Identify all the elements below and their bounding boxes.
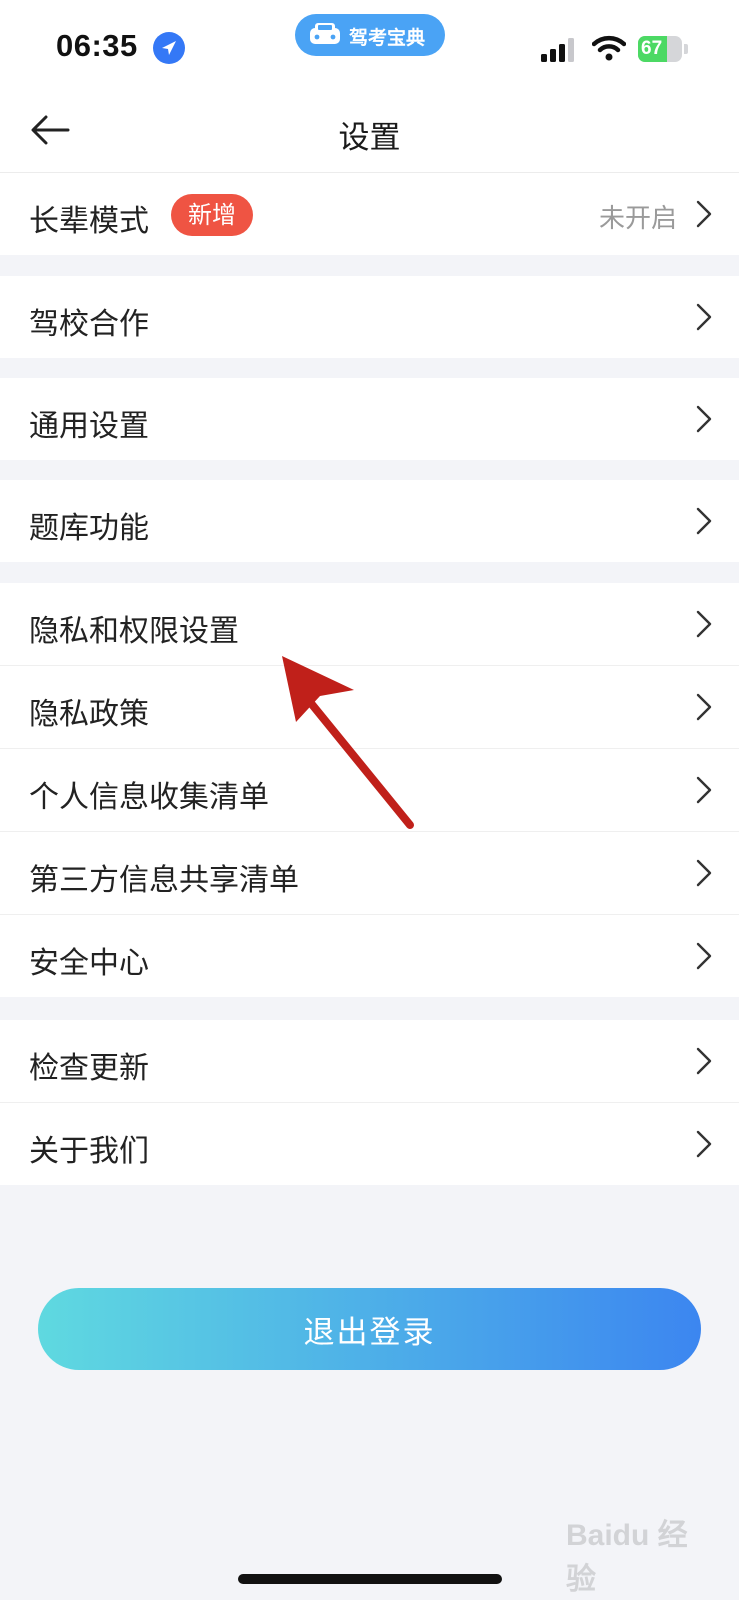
setting-row-school-cooperation[interactable]: 驾校合作 [0, 276, 739, 358]
setting-label: 检查更新 [29, 1051, 149, 1086]
baidu-watermark: Baidu 经验 [566, 1519, 688, 1596]
setting-label: 隐私政策 [29, 697, 149, 732]
status-bar: 06:35 驾考宝典 67 [0, 0, 739, 96]
setting-label: 第三方信息共享清单 [29, 863, 299, 898]
chevron-right-icon [696, 1130, 712, 1158]
setting-label: 通用设置 [29, 409, 149, 444]
chevron-right-icon [696, 507, 712, 535]
chevron-right-icon [696, 776, 712, 804]
settings-group-elder: 长辈模式 新增 未开启 [0, 173, 739, 255]
setting-row-check-update[interactable]: 检查更新 [0, 1020, 739, 1103]
setting-label: 驾校合作 [29, 307, 149, 342]
setting-row-question-bank[interactable]: 题库功能 [0, 480, 739, 562]
settings-group-about: 检查更新 关于我们 [0, 1020, 739, 1185]
setting-row-security-center[interactable]: 安全中心 [0, 915, 739, 997]
page-title: 设置 [338, 120, 401, 156]
chevron-right-icon [696, 693, 712, 721]
setting-row-elder-mode[interactable]: 长辈模式 新增 未开启 [0, 173, 739, 255]
settings-group-question-bank: 题库功能 [0, 480, 739, 562]
logout-button[interactable]: 退出登录 [38, 1288, 701, 1370]
setting-label: 长辈模式 [29, 204, 149, 239]
app-return-pill[interactable]: 驾考宝典 [295, 14, 445, 56]
chevron-right-icon [696, 859, 712, 887]
nav-bar: 设置 [0, 96, 739, 173]
status-time: 06:35 [56, 28, 138, 63]
home-indicator[interactable] [238, 1574, 502, 1584]
chevron-right-icon [696, 405, 712, 433]
setting-row-general[interactable]: 通用设置 [0, 378, 739, 460]
chevron-right-icon [696, 942, 712, 970]
setting-label: 题库功能 [29, 511, 149, 546]
setting-label: 安全中心 [29, 946, 149, 981]
settings-group-school: 驾校合作 [0, 276, 739, 358]
chevron-right-icon [696, 610, 712, 638]
battery-icon: 67 [638, 36, 688, 62]
setting-label: 隐私和权限设置 [29, 614, 239, 649]
chevron-right-icon [696, 1047, 712, 1075]
app-pill-label: 驾考宝典 [349, 27, 426, 49]
setting-label: 个人信息收集清单 [29, 780, 269, 815]
new-badge: 新增 [171, 194, 253, 236]
settings-group-general: 通用设置 [0, 378, 739, 460]
car-icon [307, 20, 343, 55]
setting-row-third-party-sharing[interactable]: 第三方信息共享清单 [0, 832, 739, 915]
chevron-right-icon [696, 200, 712, 228]
setting-value: 未开启 [598, 204, 677, 234]
setting-row-about-us[interactable]: 关于我们 [0, 1103, 739, 1185]
cellular-signal-icon [541, 38, 577, 62]
wifi-icon [591, 34, 627, 62]
chevron-right-icon [696, 303, 712, 331]
annotation-arrow-icon [282, 656, 414, 829]
battery-level: 67 [641, 38, 663, 59]
setting-label: 关于我们 [29, 1134, 149, 1169]
location-arrow-icon [153, 32, 185, 64]
